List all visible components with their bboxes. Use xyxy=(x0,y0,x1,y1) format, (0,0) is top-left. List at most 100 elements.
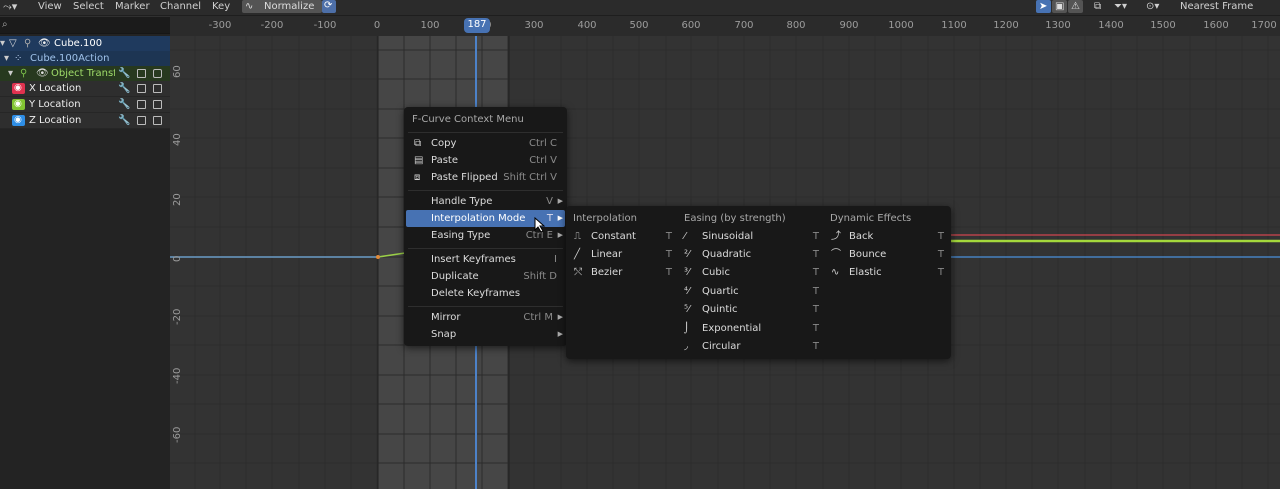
normalize-toggle[interactable]: ∿ Normalize xyxy=(242,0,322,13)
option-constant[interactable]: ⎍ Constant T xyxy=(568,228,676,245)
checkbox-icon[interactable] xyxy=(137,116,146,125)
menu-select[interactable]: Select xyxy=(73,0,104,15)
fcurve-label: Y Location xyxy=(29,99,81,110)
y-tick: -60 xyxy=(172,426,183,443)
menu-key[interactable]: Key xyxy=(212,0,230,15)
expand-icon[interactable]: ▾ xyxy=(4,51,9,66)
channel-object[interactable]: ▾ ▽ ⚲ 👁 Cube.100 xyxy=(0,36,170,51)
option-quartic[interactable]: ⁴⁄ Quartic T xyxy=(679,283,823,300)
ruler-tick: 1100 xyxy=(941,20,967,31)
option-sinusoidal[interactable]: ⁄ Sinusoidal T xyxy=(679,228,823,245)
filter-icon[interactable]: ⏷▾ xyxy=(1114,0,1127,15)
option-bezier[interactable]: ⤲ Bezier T xyxy=(568,264,676,281)
wrench-icon[interactable]: 🔧 xyxy=(118,113,130,128)
channel-action[interactable]: ▾ ⁘ Cube.100Action xyxy=(0,51,170,66)
dynamic-effects-header: Dynamic Effects xyxy=(830,213,912,224)
y-tick: -20 xyxy=(172,308,183,325)
y-tick: 20 xyxy=(172,193,183,206)
search-icon: ⌕ xyxy=(2,19,8,30)
copy-icon: ⧉ xyxy=(414,138,422,149)
menu-marker[interactable]: Marker xyxy=(115,0,150,15)
expand-icon[interactable]: ▾ xyxy=(8,66,13,81)
interpolation-submenu: Interpolation ⎍ Constant T ╱ Linear T ⤲ … xyxy=(566,206,951,359)
menu-item-handle-type[interactable]: Handle Type V ▶ xyxy=(406,193,565,210)
ruler-tick: 1500 xyxy=(1150,20,1176,31)
eye-icon[interactable]: ◉ xyxy=(14,81,22,96)
refresh-icon: ⟳ xyxy=(324,0,333,11)
menu-view[interactable]: View xyxy=(38,0,62,15)
y-tick: 60 xyxy=(172,65,183,78)
menu-item-copy[interactable]: ⧉ Copy Ctrl C xyxy=(406,135,565,152)
wrench-icon[interactable]: 🔧 xyxy=(118,66,130,81)
ruler-tick: 600 xyxy=(681,20,701,31)
lock-icon[interactable] xyxy=(153,116,162,125)
view-options-icon[interactable]: ⧉ xyxy=(1094,0,1101,15)
object-data-icon: ▽ xyxy=(9,38,17,49)
option-cubic[interactable]: ³⁄ Cubic T xyxy=(679,264,823,281)
out-of-range-left xyxy=(170,36,378,489)
channel-fcurve-x[interactable]: ◉ X Location 🔧 xyxy=(0,81,170,97)
frame-ruler[interactable]: -300 -200 -100 0 100 200 300 400 500 600… xyxy=(170,16,1280,37)
pin-icon[interactable]: ⚲ xyxy=(24,36,31,51)
expand-icon[interactable]: ▾ xyxy=(0,36,5,51)
ruler-tick: 900 xyxy=(839,20,859,31)
eye-icon[interactable]: ◉ xyxy=(14,113,22,128)
box-select-button[interactable]: ▣ xyxy=(1052,0,1067,13)
menu-title: F-Curve Context Menu xyxy=(412,114,524,125)
menu-item-mirror[interactable]: Mirror Ctrl M ▶ xyxy=(406,309,565,326)
warning-button[interactable]: ⚠ xyxy=(1068,0,1083,13)
option-back[interactable]: ⤴ Back T xyxy=(826,228,948,245)
checkbox-icon[interactable] xyxy=(137,84,146,93)
lock-icon[interactable] xyxy=(153,100,162,109)
normalize-icon: ∿ xyxy=(245,1,254,12)
submenu-arrow-icon: ▶ xyxy=(557,313,563,321)
pin-icon[interactable]: ⚲ xyxy=(20,66,27,81)
current-frame-indicator[interactable]: 187 xyxy=(464,18,490,33)
interpolation-header: Interpolation xyxy=(573,213,637,224)
lock-icon[interactable] xyxy=(153,84,162,93)
editor-type-icon[interactable]: ⤳▾ xyxy=(3,0,17,15)
checkbox-icon[interactable] xyxy=(137,100,146,109)
snap-mode-dropdown[interactable]: Nearest Frame xyxy=(1180,0,1253,15)
menu-item-paste-flipped[interactable]: ⧈ Paste Flipped Shift Ctrl V xyxy=(406,169,565,186)
option-circular[interactable]: ◞ Circular T xyxy=(679,338,823,355)
option-quadratic[interactable]: ²⁄ Quadratic T xyxy=(679,246,823,263)
normalize-refresh-button[interactable]: ⟳ xyxy=(322,0,336,13)
option-bounce[interactable]: ⌒ Bounce T xyxy=(826,246,948,263)
eye-icon[interactable]: 👁 xyxy=(38,36,51,51)
option-exponential[interactable]: ⌡ Exponential T xyxy=(679,320,823,337)
menu-item-insert-keyframes[interactable]: Insert Keyframes I xyxy=(406,251,565,268)
ruler-tick: 1000 xyxy=(888,20,914,31)
checkbox-icon[interactable] xyxy=(137,69,146,78)
bounce-icon: ⌒ xyxy=(831,249,841,260)
wrench-icon[interactable]: 🔧 xyxy=(118,81,130,96)
channel-fcurve-y[interactable]: ◉ Y Location 🔧 xyxy=(0,97,170,113)
ruler-tick: -100 xyxy=(313,20,337,31)
normalize-label: Normalize xyxy=(264,1,315,12)
cursor-tool-button[interactable]: ➤ xyxy=(1036,0,1051,13)
ruler-tick: -300 xyxy=(208,20,232,31)
menu-channel[interactable]: Channel xyxy=(160,0,201,15)
submenu-arrow-icon: ▶ xyxy=(557,330,563,338)
lock-icon[interactable] xyxy=(153,69,162,78)
option-linear[interactable]: ╱ Linear T xyxy=(568,246,676,263)
eye-icon[interactable]: ◉ xyxy=(14,97,22,112)
constant-icon: ⎍ xyxy=(574,231,581,242)
current-frame-label: 187 xyxy=(467,19,487,30)
menu-item-duplicate[interactable]: Duplicate Shift D xyxy=(406,268,565,285)
menu-item-paste[interactable]: ▤ Paste Ctrl V xyxy=(406,152,565,169)
menu-item-delete-keyframes[interactable]: Delete Keyframes xyxy=(406,285,565,302)
group-name: Object Transfo xyxy=(51,68,115,79)
channel-fcurve-z[interactable]: ◉ Z Location 🔧 xyxy=(0,113,170,129)
menu-item-snap[interactable]: Snap ▶ xyxy=(406,326,565,343)
eye-icon[interactable]: 👁 xyxy=(36,66,49,81)
linear-icon: ╱ xyxy=(574,249,581,260)
channel-group[interactable]: ▾ ⚲ 👁 Object Transfo 🔧 xyxy=(0,66,170,81)
wrench-icon[interactable]: 🔧 xyxy=(118,97,130,112)
channel-search-input[interactable]: ⌕ xyxy=(0,17,170,34)
pivot-icon[interactable]: ⊙▾ xyxy=(1146,0,1159,15)
cursor-icon: ➤ xyxy=(1039,1,1048,12)
sinusoidal-icon: ⁄ xyxy=(684,231,686,242)
option-quintic[interactable]: ⁵⁄ Quintic T xyxy=(679,301,823,318)
option-elastic[interactable]: ∿ Elastic T xyxy=(826,264,948,281)
